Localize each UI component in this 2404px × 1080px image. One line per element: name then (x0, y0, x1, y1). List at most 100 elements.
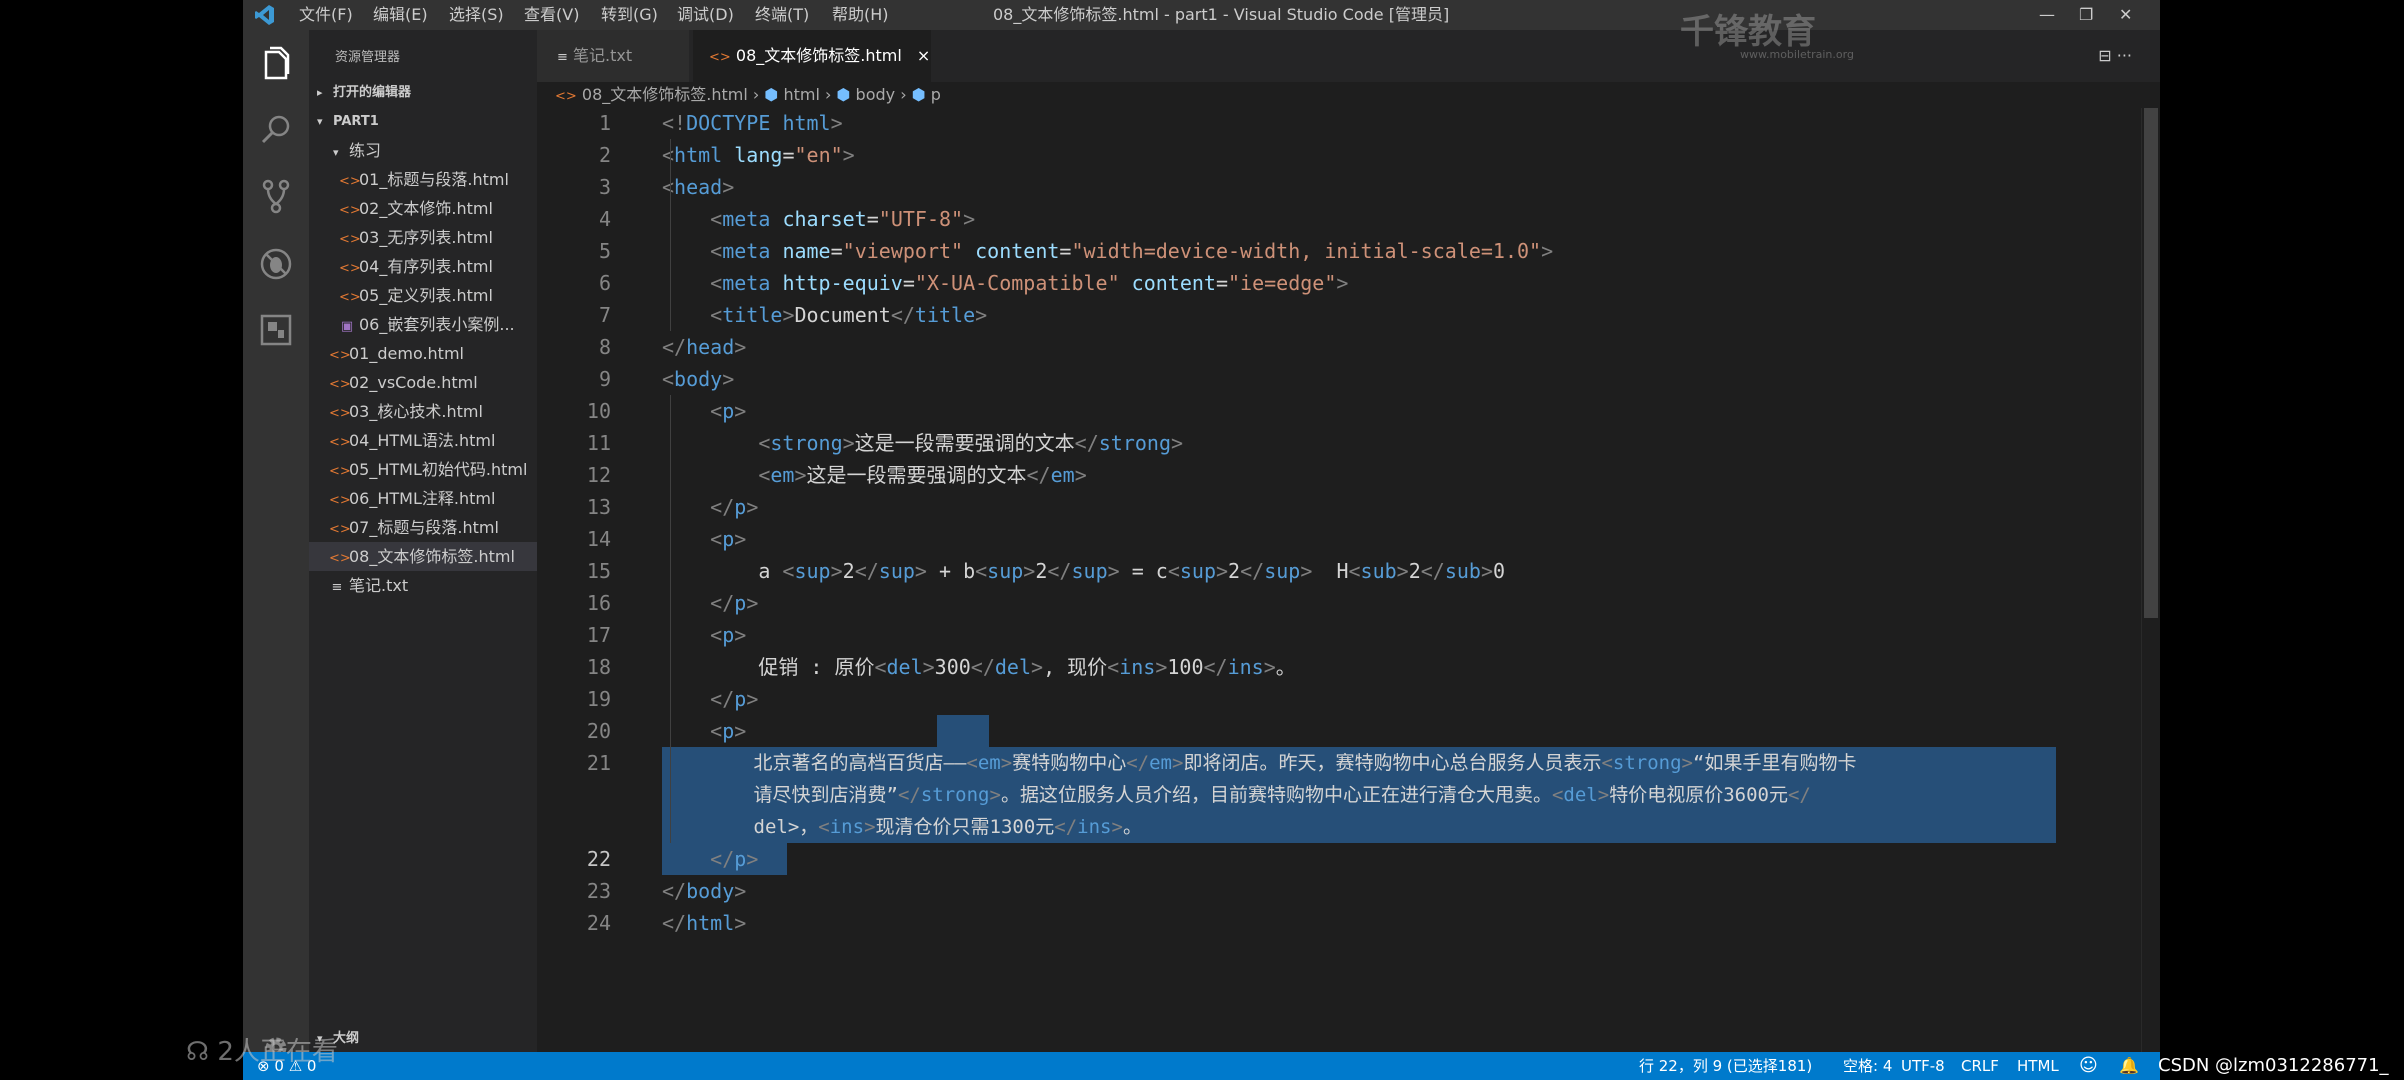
code-line: <strong>这是一段需要强调的文本</strong> (758, 431, 1184, 455)
menu-selection[interactable]: 选择(S) (449, 0, 504, 30)
line-number: 3 (598, 175, 611, 199)
line-number: 19 (586, 687, 611, 711)
restore-icon[interactable]: ❐ (2079, 0, 2093, 30)
close-tab-icon[interactable]: × (907, 46, 930, 65)
code-line: </html> (662, 911, 747, 935)
html-file-icon: <> (329, 551, 351, 566)
file-item[interactable]: <>03_核心技术.html (309, 397, 557, 426)
code-line: </p> (710, 847, 759, 871)
image-file-icon: ▣ (340, 319, 354, 334)
html-file-icon: <> (555, 89, 577, 104)
menu-help[interactable]: 帮助(H) (832, 0, 889, 30)
code-line: <p> (710, 527, 747, 551)
file-item[interactable]: <>05_HTML初始代码.html (309, 455, 557, 484)
line-number: 20 (586, 719, 611, 743)
file-item[interactable]: <>04_HTML语法.html (309, 426, 557, 455)
file-item[interactable]: ≡ 笔记.txt (309, 571, 557, 600)
workspace-root[interactable]: ▾ PART1 (309, 107, 545, 136)
open-editors-section[interactable]: ▸ 打开的编辑器 (309, 78, 545, 107)
tab-notes-txt[interactable]: ≡ 笔记.txt (537, 30, 689, 82)
folder-lianxi[interactable]: ▾ 练习 (309, 136, 561, 165)
code-line: <em>这是一段需要强调的文本</em> (758, 463, 1087, 487)
menu-view[interactable]: 查看(V) (524, 0, 579, 30)
outline-section[interactable]: ▾ 大纲 (309, 1025, 537, 1052)
csdn-credit: CSDN @lzm0312286771_ (2158, 1055, 2389, 1076)
minimize-icon[interactable]: — (2039, 0, 2055, 30)
extensions-icon[interactable] (256, 310, 296, 350)
html-file-icon: <> (339, 203, 361, 218)
file-item[interactable]: <>06_HTML注释.html (309, 484, 557, 513)
feedback-smiley-icon[interactable]: ☺ (2079, 1052, 2098, 1080)
encoding[interactable]: UTF-8 (1901, 1052, 1945, 1080)
scrollbar-thumb[interactable] (2144, 108, 2158, 618)
menu-debug[interactable]: 调试(D) (677, 0, 734, 30)
breadcrumb-p[interactable]: p (931, 85, 941, 104)
explorer-icon[interactable] (256, 44, 296, 84)
code-line: <meta name="viewport" content="width=dev… (710, 239, 1554, 263)
html-file-icon: <> (329, 348, 351, 363)
file-item[interactable]: <>01_demo.html (309, 339, 557, 368)
file-item[interactable]: <>02_文本修饰.html (309, 194, 567, 223)
file-item[interactable]: <>05_定义列表.html (309, 281, 567, 310)
line-number: 7 (598, 303, 611, 327)
editor-actions[interactable]: ⊟ ··· (2098, 30, 2132, 82)
menu-file[interactable]: 文件(F) (299, 0, 353, 30)
menu-edit[interactable]: 编辑(E) (373, 0, 428, 30)
vscode-window: 文件(F) 编辑(E) 选择(S) 查看(V) 转到(G) 调试(D) 终端(T… (243, 0, 2160, 1080)
file-item-selected[interactable]: <>08_文本修饰标签.html (309, 542, 557, 571)
explorer-header: 资源管理器 (335, 50, 401, 65)
file-item[interactable]: <>02_vsCode.html (309, 368, 557, 397)
line-number: 14 (586, 527, 611, 551)
search-icon[interactable] (256, 110, 296, 150)
indent-guide (670, 395, 671, 843)
text-file-icon: ≡ (331, 580, 343, 595)
file-item[interactable]: <>03_无序列表.html (309, 223, 567, 252)
line-number: 10 (586, 399, 611, 423)
indentation[interactable]: 空格: 4 (1843, 1052, 1892, 1080)
file-item[interactable]: <>07_标题与段落.html (309, 513, 557, 542)
file-item[interactable]: <>01_标题与段落.html (309, 165, 567, 194)
breadcrumb-html[interactable]: html (783, 85, 819, 104)
cursor-position[interactable]: 行 22，列 9 (已选择181) (1639, 1052, 1812, 1080)
html-file-icon: <> (329, 464, 351, 479)
menu-go[interactable]: 转到(G) (601, 0, 658, 30)
code-line: <title>Document</title> (710, 303, 988, 327)
language-mode[interactable]: HTML (2017, 1052, 2059, 1080)
html-file-icon: <> (329, 406, 351, 421)
watermark-logo: 千锋教育 (1680, 12, 1816, 52)
code-line: </p> (710, 687, 759, 711)
status-bar: ⊗ 0 ⚠ 0 行 22，列 9 (已选择181) 空格: 4 UTF-8 CR… (243, 1052, 2160, 1080)
code-line: <meta http-equiv="X-UA-Compatible" conte… (710, 271, 1349, 295)
file-item[interactable]: <>04_有序列表.html (309, 252, 567, 281)
line-number: 15 (586, 559, 611, 583)
html-file-icon: <> (339, 290, 361, 305)
viewer-count: ☊ 2人正在看 (186, 1037, 338, 1067)
html-file-icon: <> (339, 232, 361, 247)
code-line: <body> (662, 367, 735, 391)
code-line: </body> (662, 879, 747, 903)
html-file-icon: <> (339, 174, 361, 189)
breadcrumb-body[interactable]: body (856, 85, 896, 104)
indent-guide (670, 139, 671, 331)
chevron-right-icon: › (752, 85, 765, 104)
tab-active-html[interactable]: <> 08_文本修饰标签.html × (693, 30, 931, 82)
line-number: 11 (586, 431, 611, 455)
file-item[interactable]: ▣ 06_嵌套列表小案例... (309, 310, 567, 339)
code-editor[interactable]: 1 2 3 4 5 6 7 8 9 10 11 12 13 14 15 16 1… (537, 108, 2160, 1052)
notifications-bell-icon[interactable]: 🔔 (2119, 1052, 2139, 1080)
source-control-icon[interactable] (256, 176, 296, 216)
close-window-icon[interactable]: ✕ (2119, 0, 2132, 30)
line-ending[interactable]: CRLF (1961, 1052, 1999, 1080)
html-file-icon: <> (339, 261, 361, 276)
line-number: 13 (586, 495, 611, 519)
vertical-scrollbar[interactable] (2141, 108, 2160, 1052)
breadcrumb-file[interactable]: 08_文本修饰标签.html (582, 85, 748, 104)
debug-icon[interactable] (256, 244, 296, 284)
explorer-sidebar: 资源管理器 ▸ 打开的编辑器 ▾ PART1 ▾ 练习 <>01_标题与段落.html… (309, 30, 557, 1052)
line-number: 2 (598, 143, 611, 167)
html-file-icon: <> (329, 435, 351, 450)
title-bar: 文件(F) 编辑(E) 选择(S) 查看(V) 转到(G) 调试(D) 终端(T… (243, 0, 2160, 30)
menu-terminal[interactable]: 终端(T) (755, 0, 809, 30)
element-icon: ⬢ (764, 85, 779, 104)
code-line: a <sup>2</sup> + b<sup>2</sup> = c<sup>2… (662, 559, 1506, 583)
